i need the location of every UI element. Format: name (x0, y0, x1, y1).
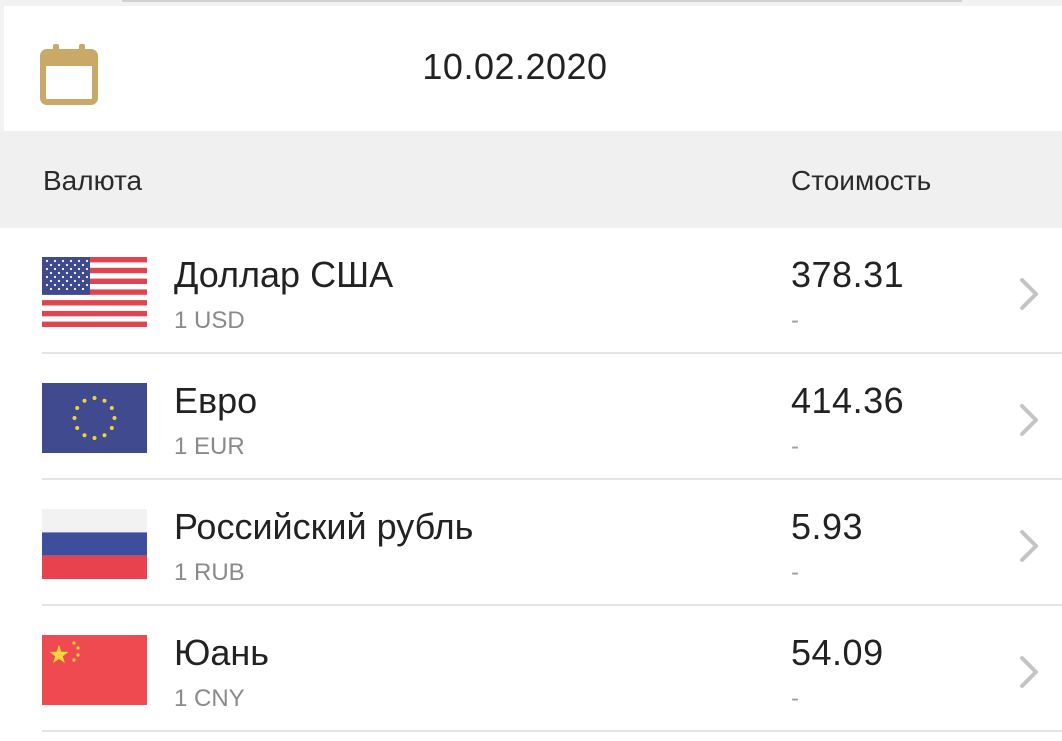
us-flag-icon (42, 257, 147, 327)
chevron-right-icon[interactable] (1016, 400, 1042, 440)
ru-flag-icon (42, 509, 147, 579)
currency-value: 5.93 (791, 506, 864, 547)
currency-value: 378.31 (791, 254, 905, 295)
currency-code: 1 CNY (174, 685, 245, 712)
cn-flag-icon (42, 635, 147, 705)
currency-row-eur[interactable]: Евро 1 EUR 414.36 - (0, 354, 1062, 480)
currency-code: 1 EUR (174, 433, 245, 460)
currency-name: Евро (174, 380, 258, 421)
currency-change: - (791, 685, 799, 712)
chevron-right-icon[interactable] (1016, 652, 1042, 692)
currency-list: Доллар США 1 USD 378.31 - Евро 1 EUR 414… (0, 228, 1062, 741)
currency-name: Юань (174, 632, 270, 673)
column-header-currency: Валюта (43, 165, 143, 196)
currency-name: Доллар США (174, 254, 394, 295)
row-divider (42, 730, 1062, 732)
selected-date[interactable]: 10.02.2020 (4, 46, 1026, 88)
currency-value: 54.09 (791, 632, 884, 673)
currency-name: Российский рубль (174, 506, 474, 547)
table-header: Валюта Стоимость (0, 131, 1062, 228)
currency-code: 1 RUB (174, 559, 245, 586)
currency-change: - (791, 307, 799, 334)
currency-row-cny[interactable]: Юань 1 CNY 54.09 - (0, 606, 1062, 732)
currency-code: 1 USD (174, 307, 245, 334)
chevron-right-icon[interactable] (1016, 526, 1042, 566)
date-bar: 10.02.2020 (4, 6, 1062, 131)
top-divider (122, 0, 962, 2)
currency-value: 414.36 (791, 380, 905, 421)
currency-row-rub[interactable]: Российский рубль 1 RUB 5.93 - (0, 480, 1062, 606)
currency-change: - (791, 559, 799, 586)
eu-flag-icon (42, 383, 147, 453)
currency-row-usd[interactable]: Доллар США 1 USD 378.31 - (0, 228, 1062, 354)
column-header-value: Стоимость (791, 165, 932, 196)
chevron-right-icon[interactable] (1016, 274, 1042, 314)
currency-change: - (791, 433, 799, 460)
